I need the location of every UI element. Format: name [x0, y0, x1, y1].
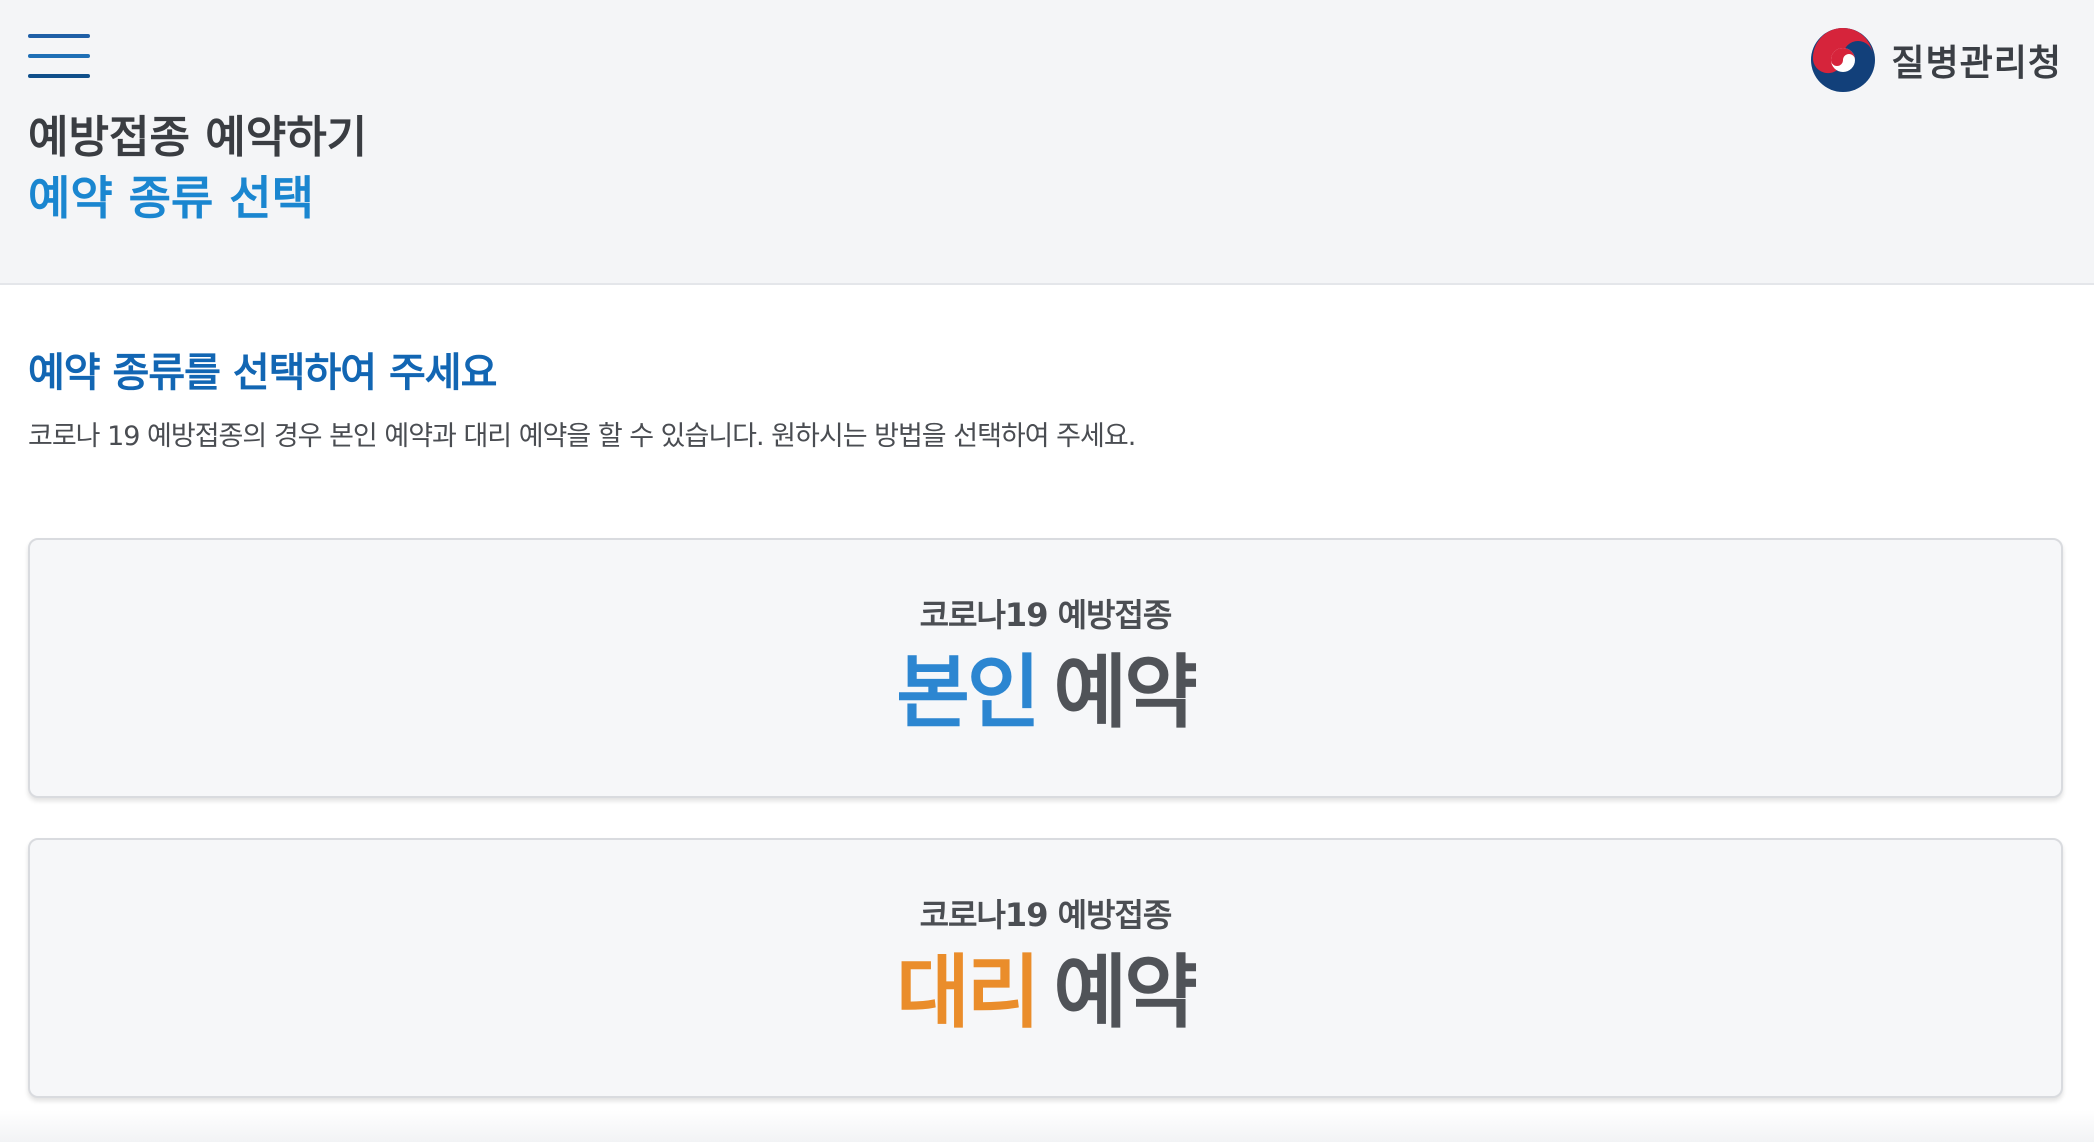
card-subtitle: 코로나19 예방접종: [919, 896, 1173, 934]
card-label: 대리 예약: [896, 946, 1198, 1039]
menu-line: [28, 74, 90, 78]
section-description: 코로나 19 예방접종의 경우 본인 예약과 대리 예약을 할 수 있습니다. …: [28, 421, 1136, 452]
card-subtitle: 코로나19 예방접종: [919, 596, 1173, 634]
section-heading: 예약 종류를 선택하여 주세요: [28, 350, 497, 396]
menu-line: [28, 54, 90, 58]
card-label-text: 예약: [1053, 646, 1198, 739]
hamburger-menu-icon[interactable]: [28, 34, 90, 80]
agency-logo[interactable]: 질병관리청: [1809, 26, 2062, 94]
page-header: 질병관리청 예방접종 예약하기 예약 종류 선택: [0, 0, 2094, 285]
agency-name: 질병관리청: [1891, 43, 2062, 84]
card-accent-text: 본인: [896, 646, 1040, 739]
self-reservation-button[interactable]: 코로나19 예방접종 본인 예약: [28, 538, 2063, 798]
taegeuk-emblem-icon: [1811, 27, 1876, 92]
proxy-reservation-button[interactable]: 코로나19 예방접종 대리 예약: [28, 838, 2063, 1098]
card-label-text: 예약: [1053, 946, 1198, 1039]
card-label: 본인 예약: [896, 646, 1198, 739]
page-subtitle: 예방접종 예약하기: [28, 112, 368, 163]
card-accent-text: 대리: [896, 946, 1040, 1039]
page-title: 예약 종류 선택: [28, 171, 314, 225]
menu-line: [28, 34, 90, 38]
bottom-shade: [0, 1110, 2094, 1142]
